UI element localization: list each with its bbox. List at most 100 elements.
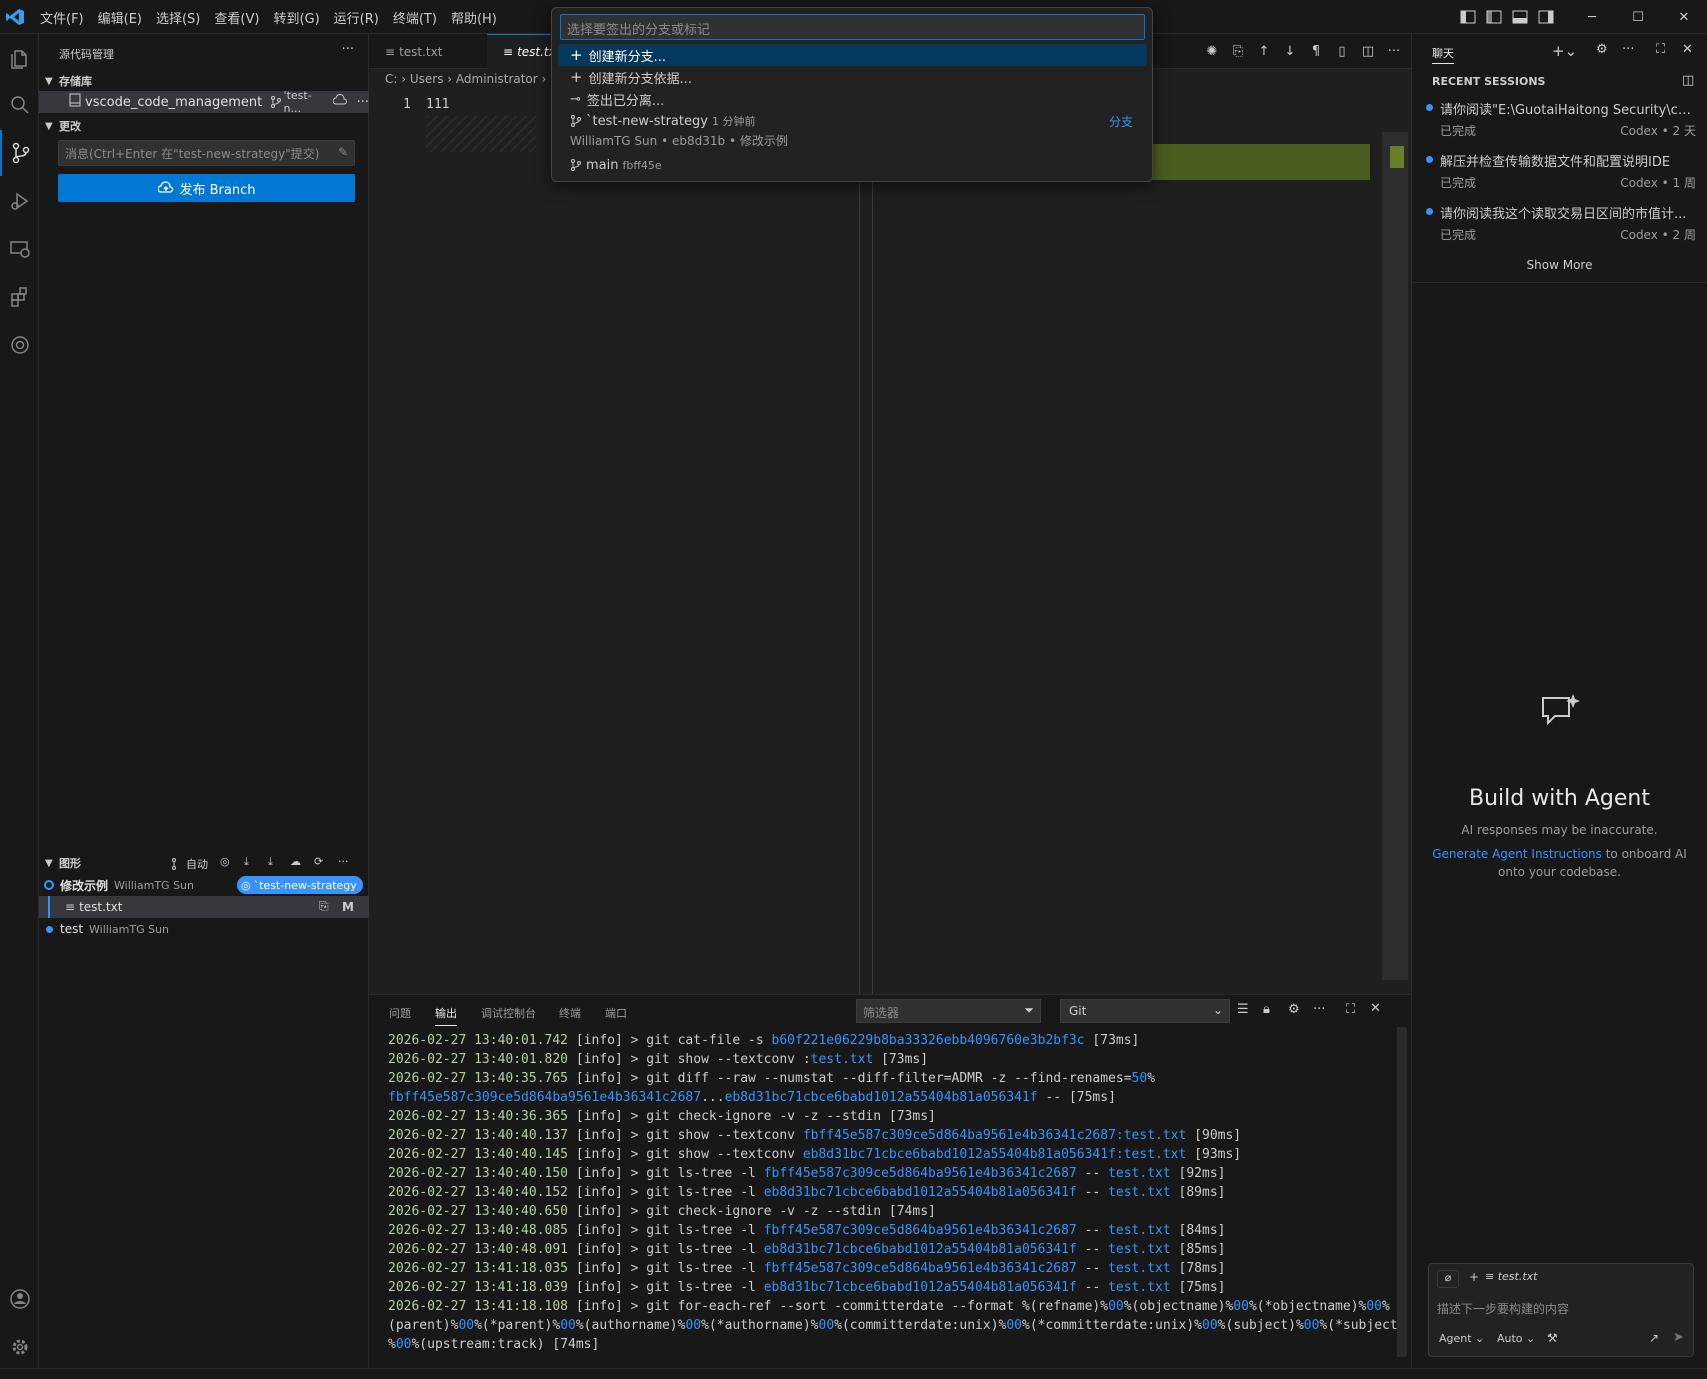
graph-commit-row[interactable]: 修改示例 WilliamTG Sun ◎ `test-new-strategy (39, 874, 369, 896)
tab-ports[interactable]: 端口 (605, 1005, 627, 1021)
create-branch-item[interactable]: + 创建新分支... (558, 44, 1147, 66)
create-branch-from-item[interactable]: + 创建新分支依据... (558, 66, 1147, 88)
chat-input-box[interactable]: ⌀ + ≡ test.txt 描述下一步要构建的内容 Agent ⌄ Auto … (1428, 1263, 1694, 1357)
repo-more-icon[interactable]: ··· (357, 95, 369, 110)
new-chat-icon[interactable]: +⌄ (1552, 42, 1577, 60)
toggle-panel-icon[interactable] (1507, 0, 1533, 34)
explorer-icon[interactable] (0, 36, 39, 82)
openai-icon[interactable]: ✺ (1203, 43, 1221, 61)
session-item[interactable]: 解压并检查传输数据文件和配置说明IDE 已完成 Codex • 1 周 (1426, 151, 1696, 191)
whitespace-icon[interactable]: ¶ (1307, 43, 1325, 61)
tab-debug-console[interactable]: 调试控制台 (481, 1005, 536, 1021)
chat-tab-title[interactable]: 聊天 (1432, 45, 1454, 64)
sparkle-icon[interactable]: ✎ (338, 145, 348, 159)
breadcrumb-item[interactable]: C: (385, 72, 397, 86)
tools-icon[interactable]: ⚒ (1547, 1331, 1558, 1345)
repo-branch-button[interactable]: 'test-n... (270, 89, 322, 115)
layout-sidebar-icon[interactable] (1481, 0, 1507, 34)
output-more-icon[interactable]: ··· (1313, 1002, 1325, 1017)
diff-original-pane[interactable]: 1 111 (369, 92, 868, 994)
branch-item-current[interactable]: `test-new-strategy 1 分钟前 分支 WilliamTG Su… (558, 110, 1147, 150)
run-debug-icon[interactable] (0, 178, 39, 224)
graph-auto-button[interactable]: 自动 (171, 856, 208, 872)
output-scrollbar[interactable] (1397, 1027, 1407, 1357)
graph-commit-row[interactable]: test WilliamTG Sun (39, 918, 369, 940)
more-actions-icon[interactable]: ··· (342, 42, 354, 57)
menu-item[interactable]: 选择(S) (149, 8, 207, 27)
output-channel-select[interactable]: Git ⌄ (1060, 999, 1230, 1023)
changes-section-header[interactable]: ▼ 更改 (39, 115, 369, 137)
context-file-chip[interactable]: ≡ test.txt (1485, 1270, 1537, 1283)
sidebar-toggle-icon[interactable]: ◫ (1682, 73, 1694, 88)
maximize-panel-icon[interactable]: ⛶ (1346, 1002, 1355, 1017)
toggle-primary-sidebar-icon[interactable] (1455, 0, 1481, 34)
repository-row[interactable]: vscode_code_management 'test-n... ··· (39, 89, 369, 115)
map-icon[interactable]: ▯ (1333, 43, 1351, 61)
tab-output[interactable]: 输出 (435, 1005, 457, 1026)
split-editor-icon[interactable]: ◫ (1359, 43, 1377, 61)
publish-branch-button[interactable]: 发布 Branch (58, 174, 355, 202)
target-icon[interactable]: ◎ (220, 855, 230, 868)
session-item[interactable]: 请你阅读"E:\GuotaiHaitong Security\calcul...… (1426, 99, 1696, 139)
chat-more-icon[interactable]: ··· (1622, 42, 1634, 57)
graph-more-icon[interactable]: ··· (338, 855, 349, 868)
pull-icon[interactable]: ⤓ (268, 855, 273, 869)
filter-funnel-icon[interactable]: ⏷ (1024, 1003, 1034, 1018)
menu-item[interactable]: 运行(R) (327, 8, 386, 27)
quick-pick-input[interactable]: 选择要签出的分支或标记 (560, 14, 1145, 40)
minimize-button[interactable]: ─ (1569, 0, 1615, 34)
lock-scroll-icon[interactable]: 🔒︎ (1263, 1002, 1270, 1017)
breadcrumb-item[interactable]: Users (410, 72, 444, 86)
manage-gear-icon[interactable] (0, 1324, 39, 1370)
output-filter-input[interactable]: 筛选器 ⏷ (856, 999, 1041, 1023)
tab-terminal[interactable]: 终端 (559, 1005, 581, 1021)
maximize-button[interactable]: ☐ (1615, 0, 1661, 34)
attach-paperclip-icon[interactable]: ⌀ (1437, 1270, 1459, 1288)
close-panel-icon[interactable]: ✕ (1370, 1001, 1381, 1016)
search-icon[interactable] (0, 82, 39, 128)
account-icon[interactable] (0, 1276, 39, 1322)
branch-item-main[interactable]: main fbff45e (558, 154, 1147, 176)
delegate-icon[interactable]: ↗ (1649, 1331, 1659, 1345)
next-change-icon[interactable]: ↓ (1281, 43, 1299, 61)
push-cloud-icon[interactable]: ☁ (290, 855, 301, 868)
remote-explorer-icon[interactable] (0, 226, 39, 272)
menu-item[interactable]: 转到(G) (266, 8, 326, 27)
openai-codex-icon[interactable] (0, 322, 39, 368)
menu-item[interactable]: 查看(V) (207, 8, 266, 27)
chat-settings-gear-icon[interactable]: ⚙ (1596, 42, 1608, 57)
commit-message-input[interactable]: 消息(Ctrl+Enter 在"test-new-strategy"提交) ✎ (58, 140, 355, 166)
refresh-icon[interactable]: ⟳ (314, 855, 323, 868)
menu-item[interactable]: 帮助(H) (444, 8, 504, 27)
close-icon[interactable]: ✕ (1682, 42, 1693, 57)
send-icon[interactable]: ➤ (1673, 1330, 1684, 1345)
close-window-button[interactable]: ✕ (1661, 0, 1707, 34)
breadcrumb-item[interactable]: Administrator (456, 72, 538, 86)
source-control-icon[interactable] (0, 130, 39, 176)
open-file-icon[interactable]: ⎘ (1229, 43, 1247, 61)
menu-item[interactable]: 文件(F) (33, 8, 91, 27)
fetch-icon[interactable]: ⤓ (244, 855, 249, 869)
add-context-icon[interactable]: + (1469, 1270, 1479, 1284)
show-more-link[interactable]: Show More (1412, 258, 1707, 272)
tab-problems[interactable]: 问题 (389, 1005, 411, 1021)
session-item[interactable]: 请你阅读我这个读取交易日区间的市值计... 已完成 Codex • 2 周 (1426, 203, 1696, 243)
clear-output-icon[interactable]: ☰ (1237, 1002, 1249, 1017)
graph-section-header[interactable]: ▼ 图形 自动 ◎ ⤓ ⤓ ☁ ⟳ ··· (39, 852, 369, 874)
menu-item[interactable]: 编辑(E) (91, 8, 149, 27)
overview-ruler[interactable] (1382, 132, 1408, 980)
generate-instructions-link[interactable]: Generate Agent Instructions (1432, 847, 1602, 861)
publish-cloud-icon[interactable] (332, 94, 347, 110)
previous-change-icon[interactable]: ↑ (1255, 43, 1273, 61)
open-file-icon[interactable]: ⎘ (319, 899, 329, 914)
tab-test-txt[interactable]: ≡ test.txt (369, 34, 487, 69)
editor-more-icon[interactable]: ··· (1385, 43, 1403, 61)
checkout-detached-item[interactable]: ⊸ 签出已分离... (558, 88, 1147, 110)
mode-picker[interactable]: Agent ⌄ (1439, 1332, 1484, 1345)
model-picker[interactable]: Auto ⌄ (1497, 1332, 1535, 1345)
extensions-icon[interactable] (0, 274, 39, 320)
maximize-icon[interactable]: ⛶ (1656, 42, 1665, 57)
menu-item[interactable]: 终端(T) (386, 8, 444, 27)
graph-file-row[interactable]: ≡ test.txt ⎘ M (39, 896, 369, 918)
diff-modified-pane[interactable] (873, 92, 1411, 994)
